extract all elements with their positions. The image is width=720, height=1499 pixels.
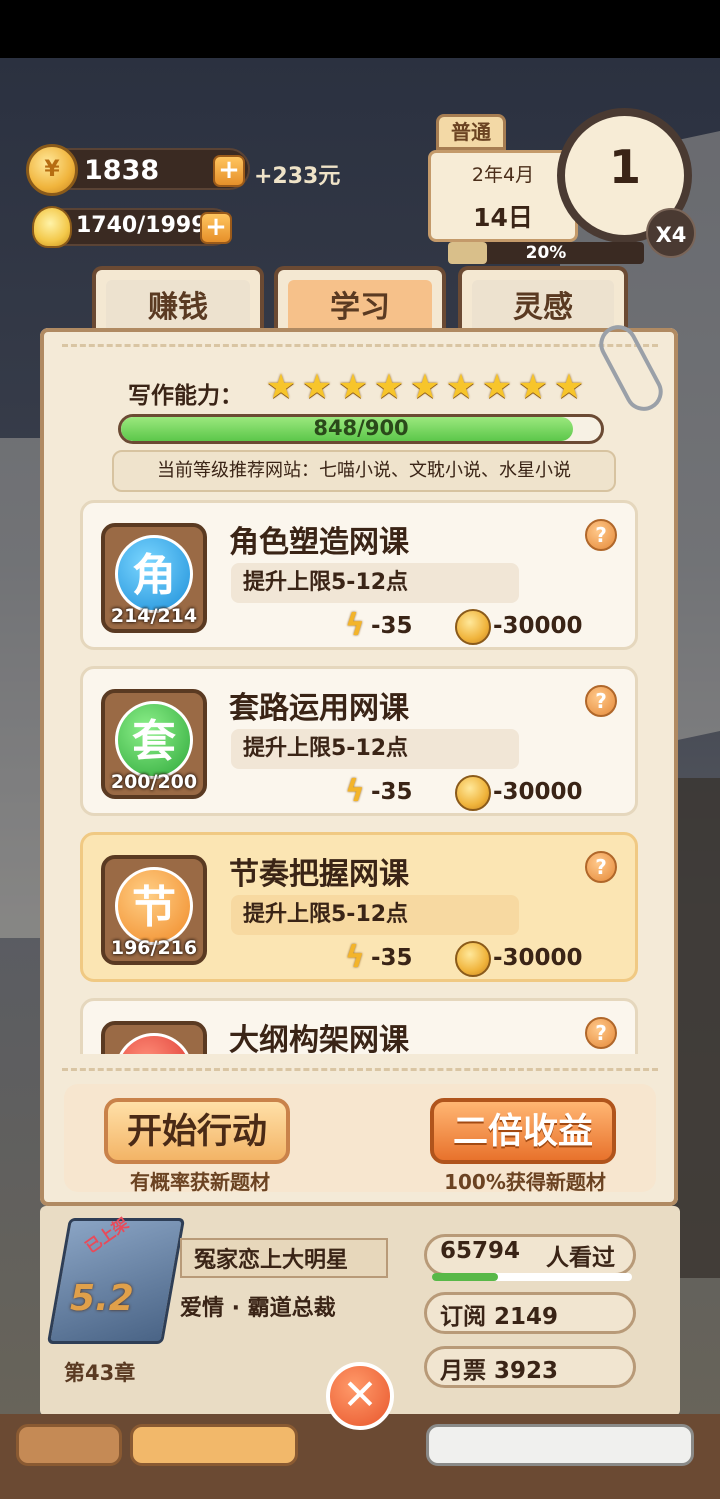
close-icon[interactable]: ✕ (326, 1362, 394, 1430)
course-card-routine[interactable]: 套 200/200 套路运用网课 ? 提升上限5-12点 ϟ -35 -3000… (80, 666, 638, 816)
ability-label: 写作能力： (128, 383, 243, 409)
energy-cost: -35 (371, 945, 413, 971)
course-description: 提升上限5-12点 (231, 563, 519, 603)
bottom-slot-2[interactable] (130, 1424, 298, 1466)
course-icon-frame: 套 200/200 (101, 689, 207, 799)
course-icon: 套 (115, 701, 193, 779)
help-icon[interactable]: ? (585, 1017, 617, 1049)
energy-amount: 1740/1999 (76, 213, 207, 238)
double-reward-button[interactable]: 二倍收益 (430, 1098, 616, 1164)
speed-button[interactable]: X4 (646, 208, 696, 258)
coin-icon (455, 775, 491, 811)
star-icon: ★ (337, 367, 369, 407)
subscription-count: 订阅 2149 (440, 1304, 559, 1330)
course-icon: 角 (115, 535, 193, 613)
course-count: 214/214 (110, 605, 198, 627)
coin-icon (455, 941, 491, 977)
star-icon: ★ (481, 367, 513, 407)
course-card-character[interactable]: 角 214/214 角色塑造网课 ? 提升上限5-12点 ϟ -35 -3000… (80, 500, 638, 650)
lightning-icon: ϟ (345, 608, 365, 643)
coin-icon (26, 144, 78, 196)
course-icon-frame (101, 1021, 207, 1054)
recommended-sites: 当前等级推荐网站：七喵小说、文耽小说、水星小说 (112, 450, 616, 492)
course-title: 套路运用网课 (229, 691, 409, 726)
clock-value: 1 (608, 140, 641, 194)
course-description: 提升上限5-12点 (231, 729, 519, 769)
star-icon: ★ (553, 367, 585, 407)
tab-earn-label: 赚钱 (106, 280, 250, 334)
course-title: 节奏把握网课 (229, 857, 409, 892)
lightning-icon: ϟ (345, 940, 365, 975)
course-card-rhythm[interactable]: 节 196/216 节奏把握网课 ? 提升上限5-12点 ϟ -35 -3000… (80, 832, 638, 982)
bottom-slot-1[interactable] (16, 1424, 122, 1466)
help-icon[interactable]: ? (585, 519, 617, 551)
date-year-month: 2年4月 (471, 164, 535, 186)
views-count: 65794 (440, 1238, 521, 1264)
coin-cost: -30000 (493, 779, 583, 805)
book-title: 冤家恋上大明星 (194, 1248, 349, 1273)
tab-study-label: 学习 (288, 280, 432, 334)
course-icon-frame: 节 196/216 (101, 855, 207, 965)
course-count: 196/216 (110, 937, 198, 959)
action-divider (62, 1068, 658, 1071)
monthly-ticket-count: 月票 3923 (440, 1358, 559, 1384)
coin-amount: 1838 (84, 155, 160, 186)
panel-divider (62, 344, 658, 347)
course-card-outline[interactable]: 大纲构架网课 ? (80, 998, 638, 1054)
add-coins-button[interactable]: + (213, 155, 245, 187)
course-description: 提升上限5-12点 (231, 895, 519, 935)
help-icon[interactable]: ? (585, 851, 617, 883)
lightbulb-icon (32, 206, 72, 248)
add-energy-button[interactable]: + (200, 212, 232, 244)
difficulty-tag: 普通 (436, 114, 506, 150)
course-icon: 节 (115, 867, 193, 945)
tab-inspiration-label: 灵感 (472, 280, 614, 334)
course-count: 200/200 (110, 771, 198, 793)
book-score: 5.2 (70, 1278, 134, 1319)
course-icon-frame: 角 214/214 (101, 523, 207, 633)
chapter-label: 第43章 (64, 1361, 136, 1385)
views-label: 人看过 (546, 1245, 615, 1271)
star-icon: ★ (517, 367, 549, 407)
start-action-button[interactable]: 开始行动 (104, 1098, 290, 1164)
income-rate: +233元 (254, 164, 341, 189)
energy-cost: -35 (371, 613, 413, 639)
date-day: 14日 (473, 203, 533, 232)
status-bar (0, 0, 720, 58)
day-progress-text: 20% (525, 243, 567, 263)
course-title: 角色塑造网课 (229, 525, 409, 560)
coin-cost: -30000 (493, 945, 583, 971)
views-progress-fill (432, 1273, 498, 1281)
book-genre: 爱情 · 霸道总裁 (180, 1296, 336, 1321)
star-icon: ★ (265, 367, 297, 407)
course-title: 大纲构架网课 (229, 1023, 409, 1054)
start-action-hint: 有概率获新题材 (130, 1170, 270, 1194)
bottom-slot-3[interactable] (426, 1424, 694, 1466)
star-icon: ★ (409, 367, 441, 407)
star-icon: ★ (445, 367, 477, 407)
course-list[interactable]: 角 214/214 角色塑造网课 ? 提升上限5-12点 ϟ -35 -3000… (80, 500, 640, 1054)
lightning-icon: ϟ (345, 774, 365, 809)
coin-cost: -30000 (493, 613, 583, 639)
ability-progress-text: 848/900 (313, 416, 409, 440)
star-icon: ★ (301, 367, 333, 407)
energy-cost: -35 (371, 779, 413, 805)
ability-stars: ★ ★ ★ ★ ★ ★ ★ ★ ★ (264, 370, 586, 404)
double-reward-hint: 100%获得新题材 (444, 1170, 606, 1194)
course-icon (115, 1033, 193, 1054)
coin-icon (455, 609, 491, 645)
help-icon[interactable]: ? (585, 685, 617, 717)
star-icon: ★ (373, 367, 405, 407)
